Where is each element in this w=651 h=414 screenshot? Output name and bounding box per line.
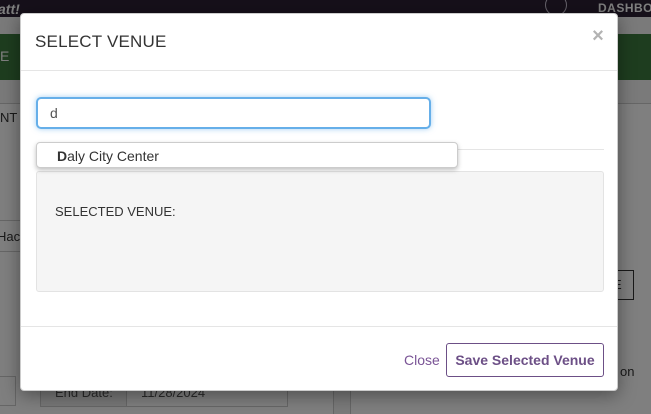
close-icon[interactable]: × [590, 26, 606, 46]
close-button[interactable]: Close [404, 352, 440, 368]
modal-title: SELECT VENUE [35, 32, 167, 51]
modal-header: SELECT VENUE × [21, 14, 617, 71]
modal-footer: Close Save Selected Venue [21, 326, 617, 390]
venue-search-input[interactable] [36, 97, 431, 129]
selected-venue-panel: SELECTED VENUE: [36, 171, 604, 292]
suggestion-item[interactable]: Daly City Center [57, 148, 159, 164]
selected-venue-label: SELECTED VENUE: [55, 204, 176, 219]
venue-suggestions-dropdown: Daly City Center [36, 142, 458, 168]
save-selected-venue-button[interactable]: Save Selected Venue [446, 343, 604, 377]
select-venue-modal: SELECT VENUE × SELECTED VENUE: Daly City… [20, 13, 618, 391]
suggestion-rest-text: aly City Center [67, 148, 159, 164]
suggestion-match-text: D [57, 148, 68, 164]
